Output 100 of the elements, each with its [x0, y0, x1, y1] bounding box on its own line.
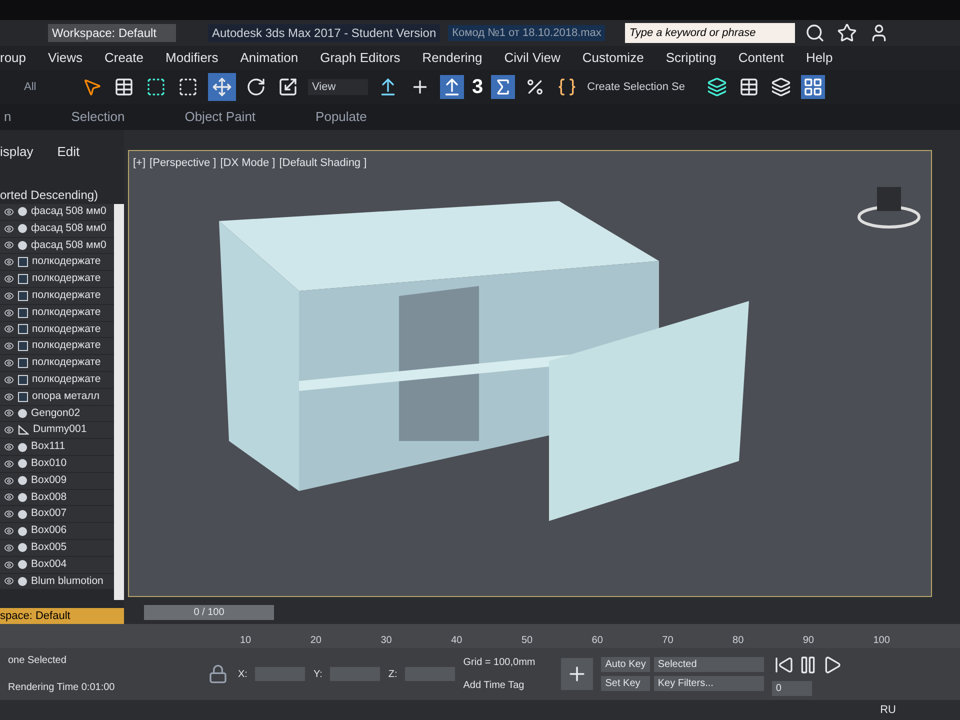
eye-icon[interactable] [4, 308, 14, 318]
timeline-ruler[interactable]: 10 20 30 40 50 60 70 80 90 100 [0, 624, 960, 648]
z-field[interactable] [405, 667, 456, 681]
viewport-label[interactable]: [Default Shading ] [279, 155, 367, 172]
menu-item[interactable]: roup [0, 48, 26, 68]
viewport-label[interactable]: [+] [133, 155, 146, 172]
explorer-tab[interactable]: Edit [57, 142, 80, 162]
triangle-icon [18, 425, 29, 436]
add-time-tag[interactable]: Add Time Tag [463, 678, 554, 693]
eye-icon[interactable] [4, 374, 14, 385]
frame-counter[interactable]: 0 / 100 [144, 605, 274, 620]
tick-label: 80 [732, 634, 744, 648]
scene-item[interactable]: Dummy001 [0, 422, 114, 440]
menu-item[interactable]: Views [48, 48, 82, 68]
eye-icon[interactable] [4, 408, 14, 418]
scene-item[interactable]: фасад 508 мм0 [0, 220, 114, 238]
ribbon-tab[interactable]: n [4, 107, 12, 127]
eye-icon[interactable] [4, 206, 14, 217]
scene-item[interactable]: Gengon02 [0, 406, 114, 422]
menu-item[interactable]: Animation [240, 48, 298, 68]
key-filters-button[interactable]: Key Filters... [654, 676, 764, 691]
grid-icon[interactable] [801, 75, 826, 99]
eye-icon[interactable] [4, 458, 14, 469]
language-indicator[interactable]: RU [880, 702, 896, 718]
scene-item[interactable]: Box005 [0, 540, 114, 557]
scene-item[interactable]: полкодержате [0, 355, 114, 372]
eye-icon[interactable] [4, 492, 14, 502]
eye-icon[interactable] [4, 526, 14, 536]
snap-toggle[interactable]: 3 [472, 72, 484, 102]
eye-icon[interactable] [4, 274, 14, 284]
frame-field[interactable]: 0 [772, 680, 812, 696]
x-field[interactable] [255, 667, 306, 681]
scene-item[interactable]: Box009 [0, 472, 114, 490]
tick-label: 10 [240, 634, 252, 648]
menu-item[interactable]: Civil View [504, 48, 560, 68]
scene-item[interactable]: полкодержате [0, 322, 114, 338]
search-field[interactable]: Type a keyword or phrase [625, 23, 796, 43]
eye-icon[interactable] [4, 560, 14, 570]
scene-item[interactable]: полкодержате [0, 271, 114, 288]
ribbon-tab[interactable]: Selection [71, 107, 125, 127]
eye-icon[interactable] [4, 476, 14, 486]
move-button[interactable] [208, 73, 236, 101]
eye-icon[interactable] [4, 392, 14, 402]
auto-key-button[interactable]: Auto Key [601, 657, 650, 672]
scene-item[interactable]: полкодержате [0, 288, 114, 305]
tick-label: 60 [592, 634, 603, 648]
eye-icon[interactable] [4, 509, 14, 520]
eye-icon[interactable] [4, 425, 14, 436]
menu-item[interactable]: Scripting [666, 48, 716, 68]
scene-item[interactable]: фасад 508 мм0 [0, 238, 114, 254]
eye-icon[interactable] [4, 290, 14, 301]
eye-icon[interactable] [4, 341, 14, 352]
scrollbar[interactable] [114, 204, 124, 600]
filter-dropdown[interactable]: All [24, 78, 72, 96]
scene-item[interactable]: полкодержате [0, 338, 114, 356]
scene-item[interactable]: полкодержате [0, 254, 114, 272]
tick-label: 20 [310, 634, 322, 648]
eye-icon[interactable] [4, 576, 14, 586]
eye-icon[interactable] [4, 542, 14, 553]
eye-icon[interactable] [4, 224, 14, 234]
viewport-label[interactable]: [DX Mode ] [220, 155, 276, 172]
explorer-tab[interactable]: isplay [0, 142, 34, 162]
workspace-dropdown[interactable]: Workspace: Default [48, 24, 176, 42]
eye-icon[interactable] [4, 358, 14, 368]
eye-icon[interactable] [4, 257, 14, 268]
scene-item[interactable]: Box008 [0, 490, 114, 506]
selection-set-dropdown[interactable]: Create Selection Se [587, 78, 698, 96]
menu-item[interactable]: Help [806, 48, 833, 68]
group-icon [18, 374, 28, 385]
eye-icon[interactable] [4, 324, 14, 334]
menu-item[interactable]: Graph Editors [320, 48, 400, 68]
eye-icon[interactable] [4, 240, 14, 250]
y-field[interactable] [330, 667, 380, 681]
app-title: Autodesk 3ds Max 2017 - Student Version [208, 24, 440, 42]
group-icon [18, 341, 28, 352]
menu-item[interactable]: Content [738, 48, 784, 68]
viewport-label[interactable]: [Perspective ] [150, 155, 216, 172]
reference-dropdown[interactable]: View [308, 78, 368, 96]
menu-item[interactable]: Create [104, 48, 144, 68]
scene-item[interactable]: полкодержате [0, 372, 114, 389]
ribbon-tab[interactable]: Object Paint [184, 107, 256, 127]
scene-item[interactable]: опора металл [0, 388, 114, 406]
key-mode-dropdown[interactable]: Selected [654, 657, 764, 672]
scene-item[interactable]: Box004 [0, 556, 114, 574]
scene-item[interactable]: Blum blumotion [0, 574, 114, 590]
ribbon-tab[interactable]: Populate [316, 107, 367, 127]
set-key-button[interactable]: Set Key [601, 676, 650, 691]
key-mode-button[interactable] [561, 658, 594, 690]
workspace-label: space: Default [0, 608, 124, 624]
scene-item[interactable]: полкодержате [0, 304, 114, 322]
menu-item[interactable]: Modifiers [166, 48, 218, 68]
tick-label: 70 [662, 634, 674, 648]
menu-item[interactable]: Customize [582, 48, 644, 68]
scene-item[interactable]: Box111 [0, 439, 114, 456]
scene-item[interactable]: Box010 [0, 456, 114, 473]
scene-item[interactable]: Box006 [0, 523, 114, 540]
menu-item[interactable]: Rendering [422, 48, 482, 68]
eye-icon[interactable] [4, 442, 14, 452]
scene-item[interactable]: фасад 508 мм0 [0, 204, 114, 221]
scene-item[interactable]: Box007 [0, 506, 114, 524]
